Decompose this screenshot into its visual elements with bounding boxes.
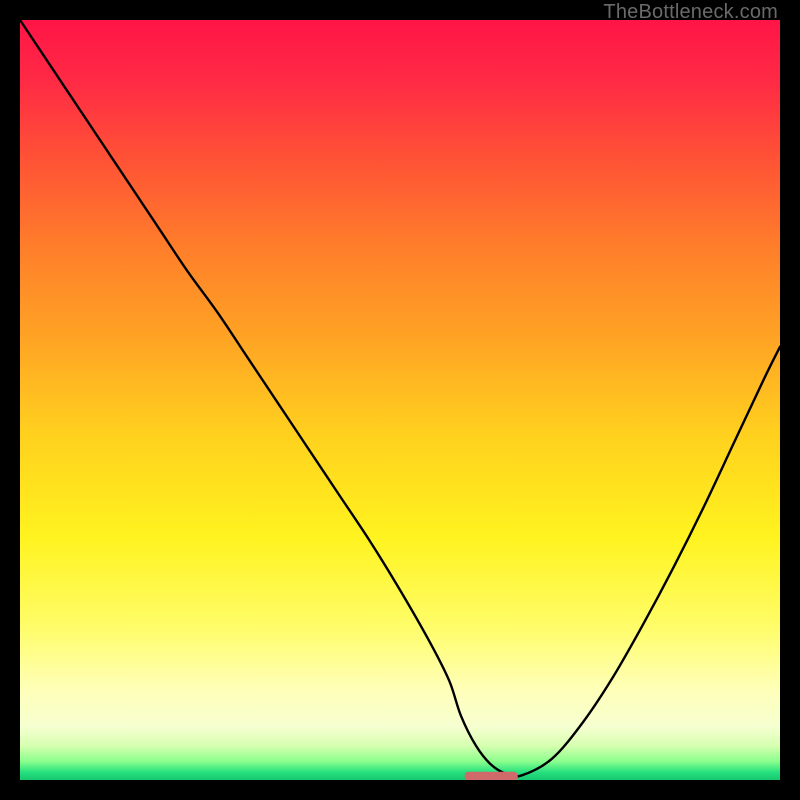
watermark-text: TheBottleneck.com — [603, 1, 778, 24]
optimal-marker — [465, 772, 518, 780]
gradient-background — [20, 20, 780, 780]
chart-svg — [20, 20, 780, 780]
chart-frame: TheBottleneck.com — [0, 0, 800, 800]
plot-area — [20, 20, 780, 780]
